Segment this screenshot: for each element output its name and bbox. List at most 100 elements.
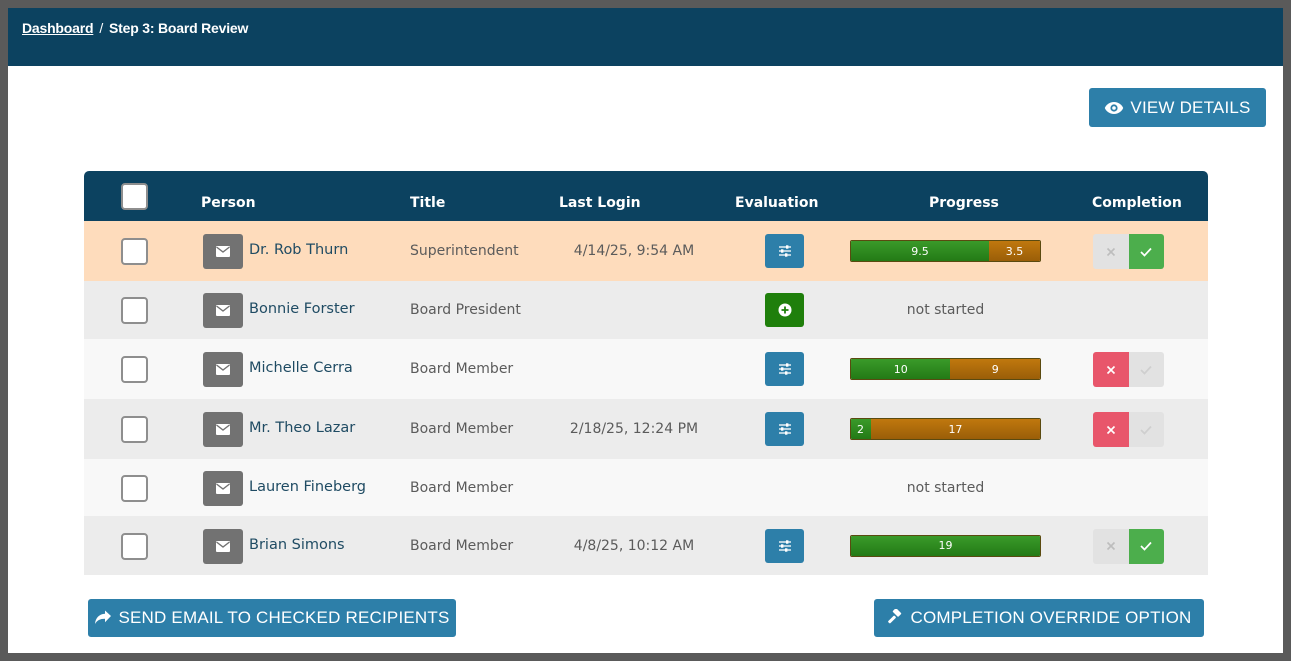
approve-button[interactable]: [1128, 234, 1164, 269]
reject-button[interactable]: [1093, 412, 1129, 447]
x-icon: [1106, 247, 1116, 257]
progress-complete-segment: 9.5: [851, 241, 990, 261]
email-button[interactable]: [203, 293, 243, 328]
email-button[interactable]: [203, 528, 243, 564]
reject-button[interactable]: [1093, 234, 1129, 269]
last-login: 4/8/25, 10:12 AM: [573, 537, 695, 554]
send-email-label: SEND EMAIL TO CHECKED RECIPIENTS: [118, 608, 450, 627]
progress-bar: 10 9: [850, 358, 1041, 380]
row-checkbox[interactable]: [121, 532, 148, 560]
x-icon: [1106, 541, 1116, 551]
row-checkbox[interactable]: [121, 356, 148, 383]
evaluation-button[interactable]: [765, 412, 804, 446]
table-row: Mr. Theo Lazar Board Member 2/18/25, 12:24…: [84, 399, 1208, 459]
progress-complete-segment: 2: [851, 419, 871, 439]
person-title: Board Member: [410, 479, 514, 496]
row-checkbox[interactable]: [121, 297, 148, 324]
person-title: Board Member: [410, 537, 514, 554]
person-title: Superintendent: [410, 243, 519, 259]
table-row: Lauren Fineberg Board Member not started: [84, 459, 1208, 516]
person-name[interactable]: Lauren Fineberg: [249, 479, 366, 495]
progress-complete-segment: 19: [851, 535, 1040, 556]
progress-bar: 19: [850, 534, 1041, 557]
last-login: 4/14/25, 9:54 AM: [573, 243, 695, 259]
completion-toggle: [1093, 412, 1164, 447]
email-button[interactable]: [203, 352, 243, 387]
header-title: Title: [410, 195, 446, 211]
row-checkbox[interactable]: [121, 416, 148, 443]
last-login: 2/18/25, 12:24 PM: [569, 421, 699, 437]
evaluation-button[interactable]: [765, 528, 804, 563]
start-evaluation-button[interactable]: [765, 293, 804, 327]
view-details-label: VIEW DETAILS: [1130, 97, 1251, 117]
reject-button[interactable]: [1093, 352, 1129, 387]
completion-override-label: COMPLETION OVERRIDE OPTION: [910, 608, 1192, 627]
table-row: Michelle Cerra Board Member 10 9: [84, 339, 1208, 399]
completion-override-button[interactable]: COMPLETION OVERRIDE OPTION: [874, 599, 1204, 637]
person-name[interactable]: Brian Simons: [249, 537, 345, 553]
sliders-icon: [778, 245, 792, 257]
header-evaluation: Evaluation: [735, 195, 819, 211]
app-frame: Dashboard / Step 3: Board Review VIEW DETA…: [8, 8, 1283, 653]
envelope-icon: [216, 246, 230, 257]
progress-remaining-segment: 9: [950, 359, 1040, 379]
breadcrumb-dashboard-link[interactable]: Dashboard: [22, 20, 94, 36]
person-name[interactable]: Dr. Rob Thurn: [249, 242, 348, 258]
person-name[interactable]: Michelle Cerra: [249, 360, 353, 376]
header-last-login: Last Login: [559, 195, 641, 211]
progress-remaining-segment: 17: [870, 419, 1040, 439]
table-header: Person Title Last Login Evaluation Progr…: [84, 171, 1208, 221]
approve-button[interactable]: [1128, 412, 1164, 447]
person-title: Board Member: [410, 421, 514, 437]
header-completion: Completion: [1092, 195, 1182, 211]
completion-toggle: [1093, 528, 1164, 564]
person-name[interactable]: Bonnie Forster: [249, 301, 355, 317]
progress-bar: 9.5 3.5: [850, 240, 1041, 262]
evaluation-button[interactable]: [765, 352, 804, 386]
person-title: Board Member: [410, 361, 514, 377]
progress-status: not started: [906, 302, 985, 318]
sliders-icon: [778, 539, 792, 552]
email-button[interactable]: [203, 470, 243, 506]
person-name[interactable]: Mr. Theo Lazar: [249, 420, 355, 436]
x-icon: [1106, 425, 1116, 435]
envelope-icon: [216, 305, 230, 316]
envelope-icon: [216, 482, 230, 494]
share-arrow-icon: [95, 610, 112, 624]
envelope-icon: [216, 540, 230, 552]
eye-icon: [1105, 101, 1124, 114]
header-progress: Progress: [929, 195, 999, 211]
completion-toggle: [1093, 352, 1164, 387]
table-row: Brian Simons Board Member 4/8/25, 10:12 AM…: [84, 516, 1208, 575]
envelope-icon: [216, 364, 230, 375]
recipients-table: Person Title Last Login Evaluation Progr…: [84, 171, 1208, 575]
check-icon: [1140, 247, 1152, 257]
select-all-checkbox[interactable]: [121, 183, 148, 210]
row-checkbox[interactable]: [121, 238, 148, 265]
approve-button[interactable]: [1128, 528, 1164, 564]
x-icon: [1106, 365, 1116, 375]
reject-button[interactable]: [1093, 528, 1129, 564]
send-email-button[interactable]: SEND EMAIL TO CHECKED RECIPIENTS: [88, 599, 456, 637]
row-checkbox[interactable]: [121, 474, 148, 502]
top-bar: Dashboard / Step 3: Board Review: [8, 8, 1283, 66]
progress-remaining-segment: 3.5: [989, 241, 1040, 261]
plus-circle-icon: [778, 303, 792, 317]
check-icon: [1140, 541, 1152, 551]
evaluation-button[interactable]: [765, 234, 804, 268]
gavel-icon: [888, 609, 902, 624]
envelope-icon: [216, 424, 230, 435]
breadcrumb: Dashboard / Step 3: Board Review: [22, 20, 248, 36]
progress-complete-segment: 10: [851, 359, 951, 379]
email-button[interactable]: [203, 234, 243, 269]
email-button[interactable]: [203, 412, 243, 447]
sliders-icon: [778, 423, 792, 435]
progress-bar: 2 17: [850, 418, 1041, 440]
view-details-button[interactable]: VIEW DETAILS: [1089, 88, 1266, 127]
check-icon: [1140, 425, 1152, 435]
approve-button[interactable]: [1128, 352, 1164, 387]
breadcrumb-separator: /: [99, 20, 104, 36]
breadcrumb-current: Step 3: Board Review: [109, 20, 249, 36]
progress-status: not started: [906, 479, 985, 496]
header-person: Person: [201, 195, 256, 211]
